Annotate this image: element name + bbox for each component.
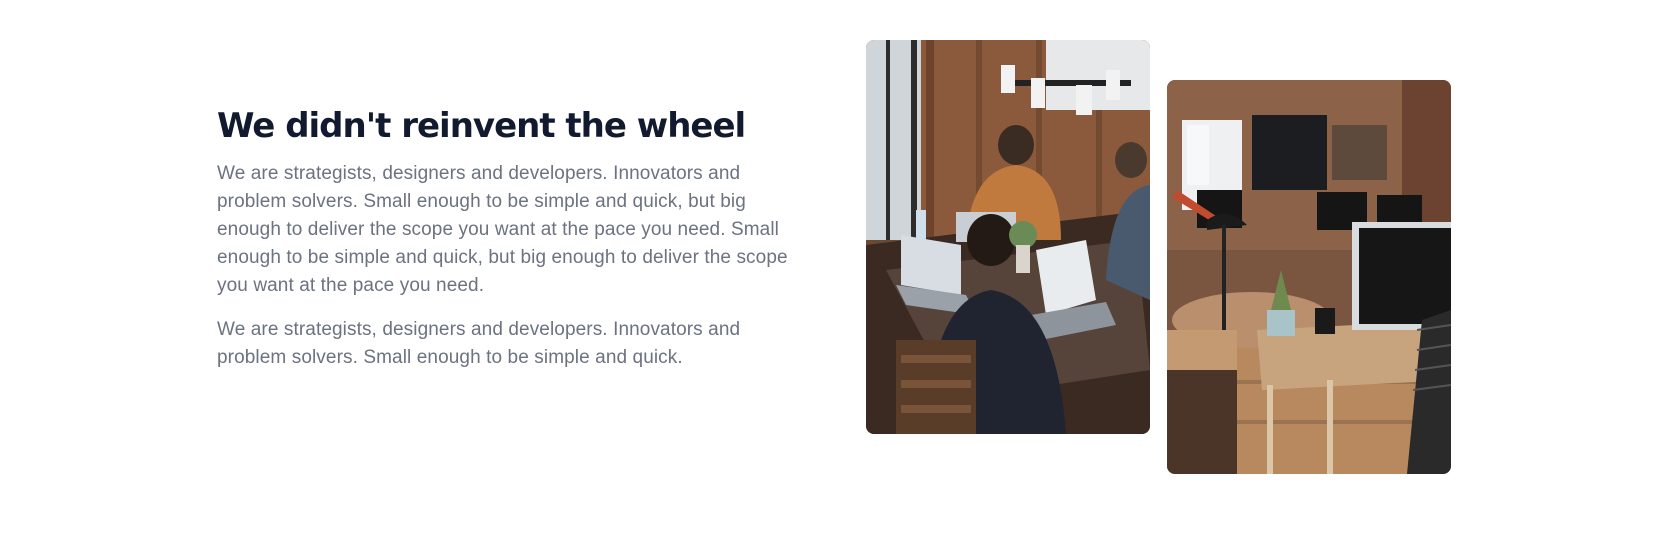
about-text-column: We didn't reinvent the wheel We are stra… [217,102,797,372]
section-paragraph-1: We are strategists, designers and develo… [217,163,788,296]
section-paragraph-2: We are strategists, designers and develo… [217,319,741,368]
section-heading: We didn't reinvent the wheel [217,106,746,146]
team-working-photo [866,40,1150,434]
office-workspace-photo [1167,80,1451,474]
